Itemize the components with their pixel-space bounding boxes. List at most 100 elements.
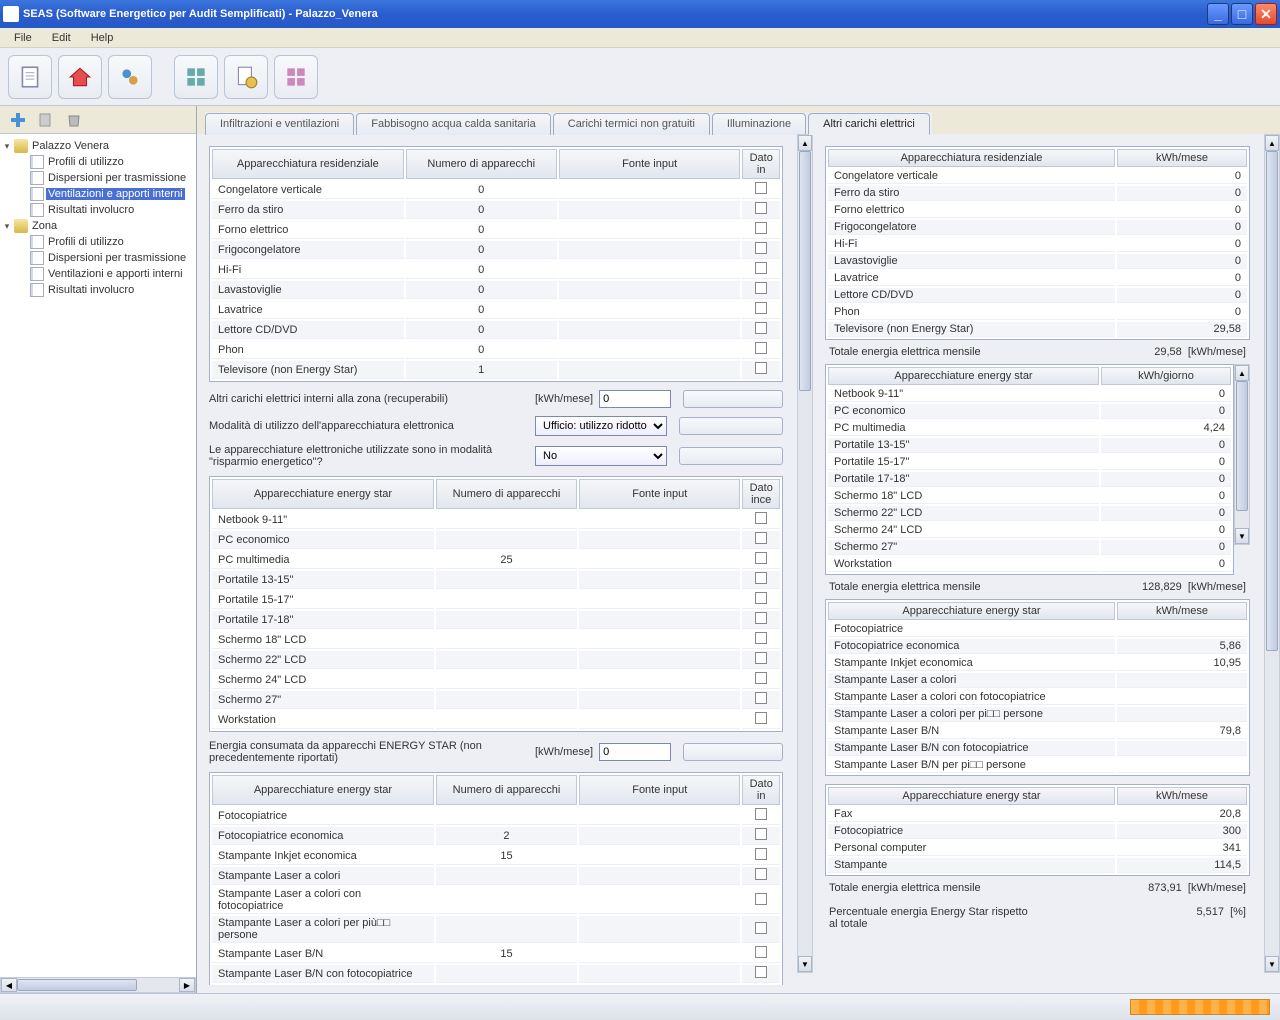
col-fonte[interactable]: Fonte input	[559, 149, 741, 179]
input-altri-carichi[interactable]	[599, 390, 671, 408]
menu-edit[interactable]: Edit	[42, 30, 81, 46]
tree-node-zona-profili[interactable]: Profili di utilizzo	[2, 234, 194, 250]
checkbox[interactable]	[755, 262, 767, 274]
input-energia1[interactable]	[599, 743, 671, 761]
tool-settings-button[interactable]	[108, 55, 152, 99]
checkbox[interactable]	[755, 692, 767, 704]
button-energia1[interactable]	[683, 743, 783, 761]
select-modalita[interactable]: Ufficio: utilizzo ridotto	[535, 416, 667, 436]
right-vertical-scrollbar[interactable]: ▲ ▼	[1264, 134, 1280, 973]
table-row[interactable]: Lavatrice0	[212, 301, 780, 319]
table-row[interactable]: Frigocongelatore0	[212, 241, 780, 259]
left-vertical-scrollbar[interactable]: ▲ ▼	[797, 134, 813, 973]
checkbox[interactable]	[755, 946, 767, 958]
table-row[interactable]: Televisore (non Energy Star)1	[212, 361, 780, 379]
checkbox[interactable]	[755, 572, 767, 584]
table-row[interactable]: Portatile 17-18"	[212, 611, 780, 629]
checkbox[interactable]	[755, 532, 767, 544]
table-row[interactable]: Portatile 13-15"	[212, 571, 780, 589]
table-row[interactable]: Ferro da stiro0	[212, 201, 780, 219]
table-row[interactable]: Lettore CD/DVD0	[212, 321, 780, 339]
table-row[interactable]: PC economico	[212, 531, 780, 549]
tree-node-dispersioni[interactable]: Dispersioni per trasmissione	[2, 170, 194, 186]
col-numero[interactable]: Numero di apparecchi	[406, 149, 557, 179]
checkbox[interactable]	[755, 342, 767, 354]
tool-home-button[interactable]	[58, 55, 102, 99]
table-row[interactable]: Lavastoviglie0	[212, 281, 780, 299]
tree-node-ventilazioni[interactable]: Ventilazioni e apporti interni	[2, 186, 194, 202]
table-row[interactable]: Fotocopiatrice economica2	[212, 827, 780, 845]
tab-carichi[interactable]: Carichi termici non gratuiti	[553, 113, 710, 135]
tree-node-zona-ventilazioni[interactable]: Ventilazioni e apporti interni	[2, 266, 194, 282]
tree-node-profili[interactable]: Profili di utilizzo	[2, 154, 194, 170]
checkbox[interactable]	[755, 808, 767, 820]
tree-delete-button[interactable]	[62, 108, 86, 132]
table-row[interactable]: Stampante Laser a colori per più□□ perso…	[212, 916, 780, 943]
table-row[interactable]: Schermo 18" LCD	[212, 631, 780, 649]
checkbox[interactable]	[755, 282, 767, 294]
checkbox[interactable]	[755, 828, 767, 840]
col-dato[interactable]: Dato in	[742, 149, 780, 179]
close-button[interactable]: ✕	[1255, 3, 1277, 25]
table-row[interactable]: PC multimedia25	[212, 551, 780, 569]
tree-node-palazzo[interactable]: ▾Palazzo Venera	[2, 138, 194, 154]
checkbox[interactable]	[755, 966, 767, 978]
checkbox[interactable]	[755, 893, 767, 905]
table-row[interactable]: Portatile 15-17"	[212, 591, 780, 609]
checkbox[interactable]	[755, 592, 767, 604]
table-row[interactable]: Workstation	[212, 711, 780, 729]
col-apparecchiatura[interactable]: Apparecchiatura residenziale	[212, 149, 404, 179]
tab-fabbisogno[interactable]: Fabbisogno acqua calda sanitaria	[356, 113, 551, 135]
table-row[interactable]: Schermo 24" LCD	[212, 671, 780, 689]
checkbox[interactable]	[755, 302, 767, 314]
table-row[interactable]: Stampante Laser a colori	[212, 867, 780, 885]
table-row[interactable]: Hi-Fi0	[212, 261, 780, 279]
menu-file[interactable]: File	[4, 30, 42, 46]
minimize-button[interactable]: _	[1207, 3, 1229, 25]
table-row[interactable]: Fotocopiatrice	[212, 807, 780, 825]
tool-grid1-button[interactable]	[174, 55, 218, 99]
tree-node-risultati[interactable]: Risultati involucro	[2, 202, 194, 218]
checkbox[interactable]	[755, 362, 767, 374]
checkbox[interactable]	[755, 868, 767, 880]
tree-node-zona-risultati[interactable]: Risultati involucro	[2, 282, 194, 298]
checkbox[interactable]	[755, 182, 767, 194]
button-modalita[interactable]	[679, 417, 783, 435]
checkbox[interactable]	[755, 652, 767, 664]
checkbox[interactable]	[755, 848, 767, 860]
select-risparmio[interactable]: No	[535, 446, 667, 466]
checkbox[interactable]	[755, 632, 767, 644]
table-row[interactable]: Stampante Inkjet economica15	[212, 847, 780, 865]
tool-money-button[interactable]	[224, 55, 268, 99]
tree-horizontal-scrollbar[interactable]: ◀ ▶	[0, 977, 196, 993]
checkbox[interactable]	[755, 242, 767, 254]
table-row[interactable]: Congelatore verticale0	[212, 181, 780, 199]
table-row[interactable]: Phon0	[212, 341, 780, 359]
checkbox[interactable]	[755, 322, 767, 334]
table-row[interactable]: Schermo 27"	[212, 691, 780, 709]
table-row[interactable]: Stampante Laser B/N15	[212, 945, 780, 963]
table-row[interactable]: Schermo 22" LCD	[212, 651, 780, 669]
tree-node-zona[interactable]: ▾Zona	[2, 218, 194, 234]
tab-altri-carichi[interactable]: Altri carichi elettrici	[808, 113, 930, 135]
checkbox[interactable]	[755, 222, 767, 234]
table-row[interactable]: Stampante Laser B/N con fotocopiatrice	[212, 965, 780, 983]
tree-copy-button[interactable]	[34, 108, 58, 132]
tree-node-zona-dispersioni[interactable]: Dispersioni per trasmissione	[2, 250, 194, 266]
tool-document-button[interactable]	[8, 55, 52, 99]
tab-illuminazione[interactable]: Illuminazione	[712, 113, 806, 135]
tool-grid2-button[interactable]	[274, 55, 318, 99]
button-altri-carichi[interactable]	[683, 390, 783, 408]
checkbox[interactable]	[755, 672, 767, 684]
table2-scrollbar[interactable]: ▲ ▼	[1234, 364, 1250, 545]
table-row[interactable]: Forno elettrico0	[212, 221, 780, 239]
checkbox[interactable]	[755, 712, 767, 724]
tab-infiltrazioni[interactable]: Infiltrazioni e ventilazioni	[205, 113, 354, 135]
checkbox[interactable]	[755, 202, 767, 214]
table-row[interactable]: Stampante Laser a colori con fotocopiatr…	[212, 887, 780, 914]
button-risparmio[interactable]	[679, 447, 783, 465]
menu-help[interactable]: Help	[81, 30, 124, 46]
checkbox[interactable]	[755, 612, 767, 624]
maximize-button[interactable]: □	[1231, 3, 1253, 25]
table-row[interactable]: Netbook 9-11"	[212, 511, 780, 529]
